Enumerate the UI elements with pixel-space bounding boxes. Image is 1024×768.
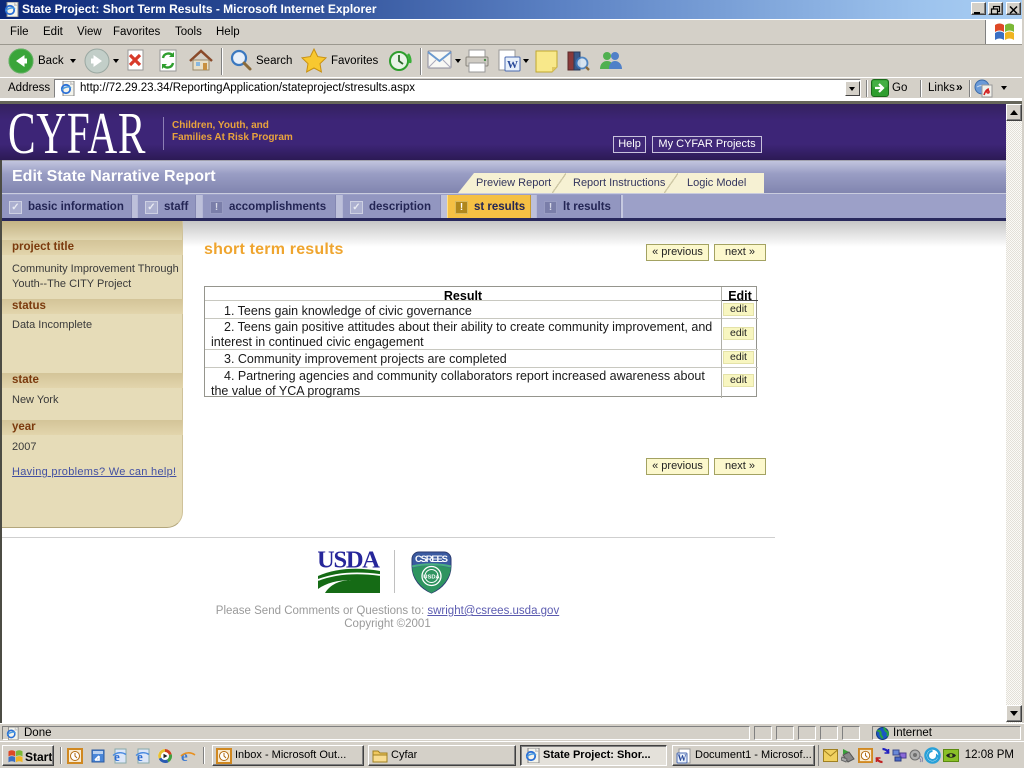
svg-text:W: W [678,753,687,763]
svg-text:e: e [181,749,188,764]
svg-text:e: e [114,749,120,764]
svg-text:e: e [137,749,143,764]
svg-text:CSREES: CSREES [415,554,448,565]
svg-text:W: W [507,59,518,71]
svg-text:USDA: USDA [423,575,440,581]
